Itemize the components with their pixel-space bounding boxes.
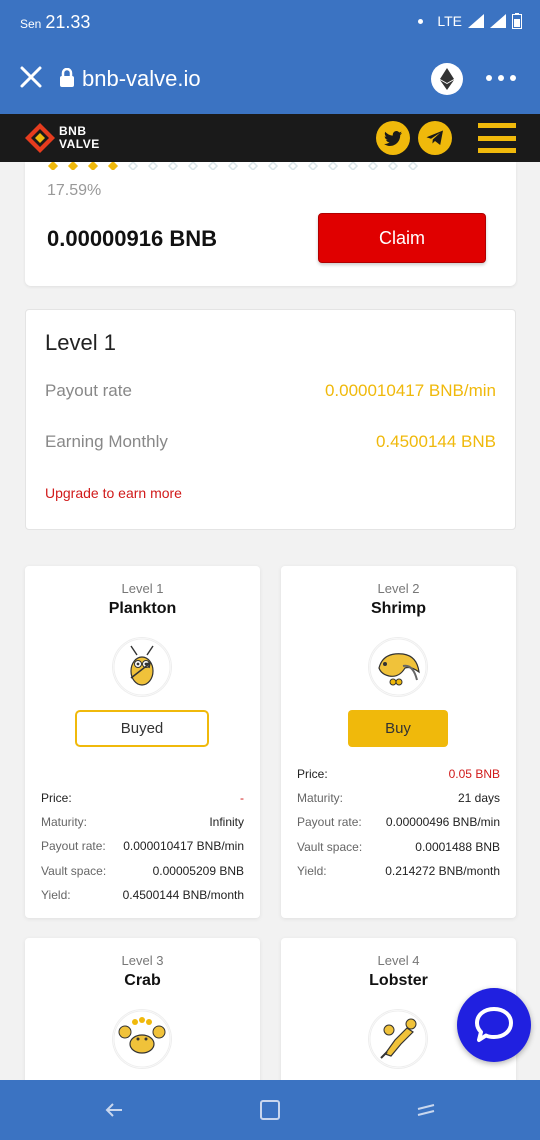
earning-monthly-value: 0.4500144 BNB (375, 432, 496, 451)
shrimp-icon (369, 638, 427, 696)
plan-level: Level 2 (377, 581, 420, 596)
live-chat-button[interactable] (457, 988, 531, 1062)
earning-monthly-label: Earning Monthly (45, 432, 168, 451)
twitter-button[interactable] (376, 121, 410, 155)
home-icon[interactable] (258, 1098, 282, 1122)
system-navigation-bar (0, 1080, 540, 1140)
chat-bubble-icon (475, 1007, 513, 1042)
vault-space-label: Vault space: (297, 840, 363, 854)
plan-card-crab: Level 3 Crab (25, 938, 260, 1098)
telegram-button[interactable] (418, 121, 452, 155)
plan-card-plankton: Level 1 Plankton Buyed Price: - Maturity… (25, 566, 260, 918)
back-icon[interactable] (102, 1098, 126, 1122)
logo-text[interactable]: BNB VALVE (59, 125, 100, 151)
claim-card: 17.59% 0.00000916 BNB Claim (25, 162, 516, 286)
status-day: Sen (20, 17, 42, 31)
buy-button[interactable]: Buy (348, 710, 448, 747)
current-level-card: Level 1 Payout rate 0.000010417 BNB/min … (25, 309, 516, 530)
plan-level: Level 4 (377, 953, 420, 968)
lobster-icon (369, 1010, 427, 1068)
maturity-value: 21 days (457, 791, 500, 805)
notification-dot-icon (418, 18, 424, 24)
menu-bar-icon (478, 123, 516, 128)
price-value: - (240, 791, 244, 805)
payout-rate-value: 0.000010417 BNB/min (324, 381, 496, 400)
signal-icon (468, 14, 484, 28)
upgrade-link[interactable]: Upgrade to earn more (45, 485, 182, 501)
twitter-icon (384, 130, 402, 146)
close-icon[interactable] (18, 64, 44, 90)
network-type: LTE (437, 13, 462, 29)
browser-toolbar: bnb-valve.io (0, 44, 540, 114)
menu-bar-icon (478, 148, 516, 153)
payout-rate-label: Payout rate: (297, 815, 362, 829)
ethereum-wallet-button[interactable] (431, 63, 463, 95)
yield-value: 0.4500144 BNB/month (122, 888, 244, 902)
yield-label: Yield: (41, 888, 71, 902)
plankton-icon (113, 638, 171, 696)
price-value: 0.05 BNB (448, 767, 500, 781)
menu-bar-icon (478, 135, 516, 141)
lock-icon (60, 68, 74, 87)
price-label: Price: (41, 791, 72, 805)
status-time: 21.33 (45, 12, 91, 32)
progress-percent: 17.59% (47, 182, 102, 199)
telegram-icon (426, 130, 443, 145)
more-dot-icon (486, 75, 492, 81)
plan-level: Level 1 (121, 581, 164, 596)
battery-icon (512, 13, 522, 29)
site-header: BNB VALVE (0, 114, 540, 162)
url-text[interactable]: bnb-valve.io (82, 66, 201, 92)
vault-space-value: 0.00005209 BNB (152, 864, 244, 878)
status-clock: Sen 21.33 (20, 12, 90, 33)
ethereum-icon (440, 68, 454, 90)
yield-label: Yield: (297, 864, 327, 878)
signal-icon (490, 14, 506, 28)
more-dot-icon (510, 75, 516, 81)
claimable-amount: 0.00000916 BNB (47, 226, 218, 251)
plan-name: Lobster (369, 972, 428, 989)
vault-space-label: Vault space: (41, 864, 107, 878)
recent-apps-icon[interactable] (414, 1098, 438, 1122)
progress-dots-icon (47, 162, 419, 170)
vault-space-value: 0.0001488 BNB (415, 840, 500, 854)
payout-rate-value: 0.000010417 BNB/min (123, 839, 244, 853)
plan-name: Shrimp (370, 600, 427, 617)
plan-level: Level 3 (121, 953, 164, 968)
logo-line-2: VALVE (59, 137, 100, 151)
buyed-button[interactable]: Buyed (75, 710, 209, 747)
price-label: Price: (297, 767, 328, 781)
plan-name: Crab (124, 972, 161, 989)
maturity-value: Infinity (209, 815, 244, 829)
maturity-label: Maturity: (41, 815, 88, 829)
plan-card-shrimp: Level 2 Shrimp Buy Price: 0.05 BNB Matur… (281, 566, 516, 918)
status-bar: Sen 21.33 LTE (0, 0, 540, 44)
level-title: Level 1 (45, 330, 116, 355)
more-options-button[interactable] (486, 66, 522, 90)
payout-rate-label: Payout rate: (41, 839, 106, 853)
payout-rate-label: Payout rate (45, 381, 132, 400)
crab-icon (113, 1010, 171, 1068)
status-icons: LTE (418, 13, 522, 29)
claim-button[interactable]: Claim (318, 213, 486, 263)
payout-rate-value: 0.00000496 BNB/min (385, 815, 500, 829)
maturity-label: Maturity: (297, 791, 344, 805)
plan-name: Plankton (108, 600, 177, 617)
bnb-valve-logo-icon[interactable] (24, 122, 56, 154)
more-dot-icon (498, 75, 504, 81)
yield-value: 0.214272 BNB/month (385, 864, 500, 878)
hamburger-menu-button[interactable] (478, 123, 516, 153)
